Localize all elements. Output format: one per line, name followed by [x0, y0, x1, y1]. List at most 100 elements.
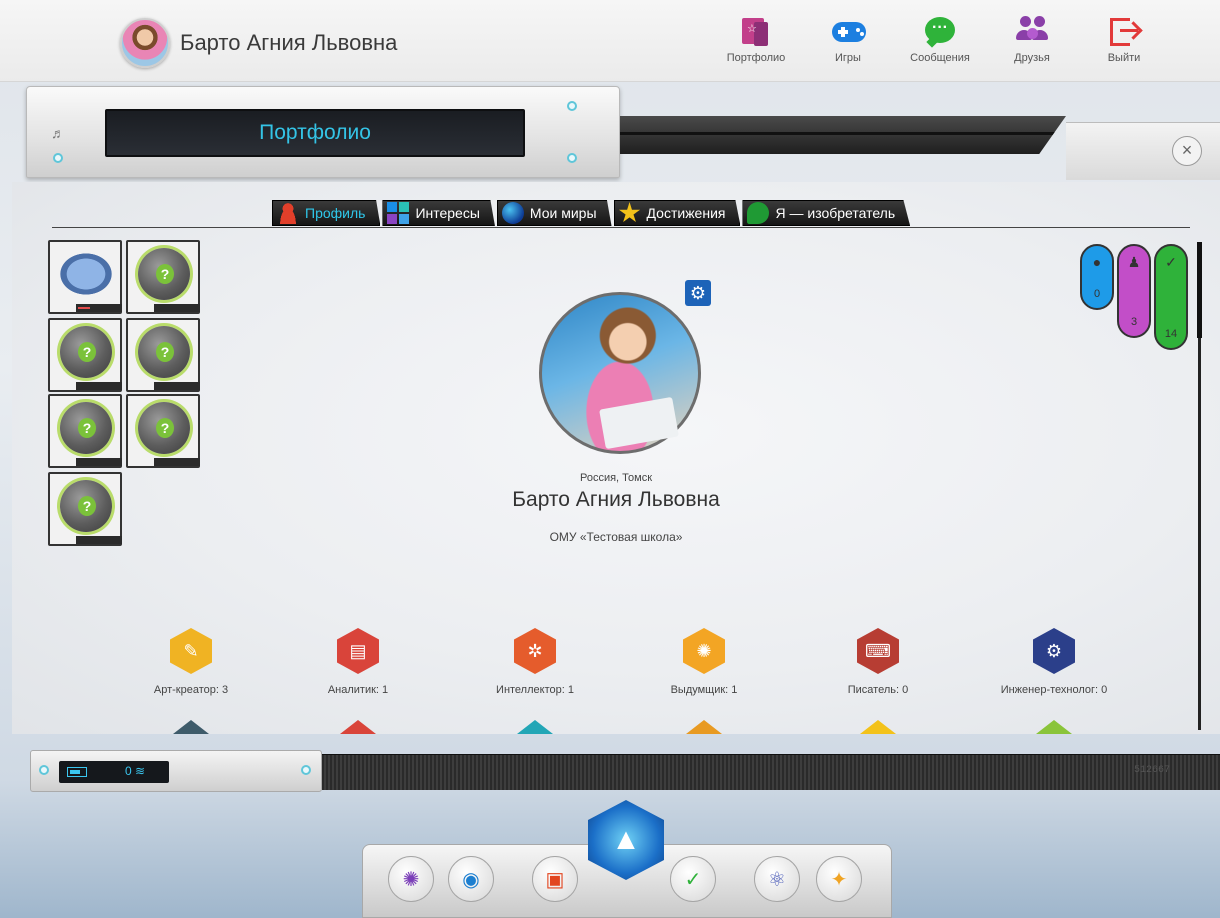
nav-friends[interactable]: Друзья [996, 14, 1068, 64]
tab-my-worlds-label: Мои миры [529, 205, 597, 221]
title-console: ♬ Портфолио [26, 86, 620, 178]
skill-writer[interactable]: ⌨ Писатель: 0 [793, 628, 963, 696]
nav-messages[interactable]: Сообщения [904, 14, 976, 64]
device-code: 512667 [1133, 765, 1170, 776]
stat-tasks[interactable]: ✓ 14 [1154, 244, 1188, 350]
scrollbar[interactable] [1197, 242, 1202, 730]
user-block[interactable]: Барто Агния Львовна [120, 18, 397, 68]
gamepad-icon [830, 14, 866, 48]
typewriter-icon: ⌨ [857, 628, 899, 674]
skill-hex-partial [686, 720, 722, 734]
skill-inventor[interactable]: ✺ Выдумщик: 1 [619, 628, 789, 696]
planet-icon [501, 202, 524, 224]
skill-hex-partial [173, 720, 209, 734]
puzzle-slot[interactable]: ? [126, 318, 200, 392]
status-led [39, 765, 49, 775]
skill-engineer[interactable]: ⚙ Инженер-технолог: 0 [969, 628, 1139, 696]
device-panel: 0 ≋ [30, 750, 322, 792]
speech-bubble-icon [747, 202, 770, 224]
bottom-console: 0 ≋ 512667 [0, 740, 1220, 794]
nav-messages-label: Сообщения [910, 52, 970, 64]
profile-avatar [539, 292, 701, 454]
nav-games[interactable]: Игры [812, 14, 884, 64]
profile-location: Россия, Томск [579, 472, 653, 484]
tab-achievements-label: Достижения [646, 205, 726, 221]
stat-tasks-value: 14 [1164, 328, 1178, 340]
star-icon [618, 202, 641, 223]
nav-exit[interactable]: Выйти [1088, 14, 1160, 64]
skill-hex-partial [340, 720, 376, 734]
slot-indicator [154, 304, 200, 312]
skill-label: Писатель: 0 [847, 684, 909, 696]
atom-icon[interactable]: ⚛ [754, 856, 800, 902]
puzzle-slot[interactable]: ? [48, 394, 122, 468]
scrollbar-thumb[interactable] [1197, 242, 1202, 338]
lightbulb-icon[interactable]: ✦ [816, 856, 862, 902]
slot-indicator [154, 382, 200, 390]
stat-worlds-value: 0 [1093, 288, 1101, 300]
newspaper-icon: ▤ [337, 628, 379, 674]
user-avatar[interactable] [120, 18, 170, 68]
puzzle-slot-mascot[interactable] [48, 240, 122, 314]
puzzle-slot[interactable]: ? [126, 394, 200, 468]
locked-ball-icon: ? [138, 402, 190, 454]
skill-label: Выдумщик: 1 [670, 684, 738, 696]
skill-art-creator[interactable]: ✎ Арт-креатор: 3 [106, 628, 276, 696]
profile-icon [277, 202, 299, 224]
skill-intellector[interactable]: ✲ Интеллектор: 1 [450, 628, 620, 696]
skill-label: Интеллектор: 1 [496, 684, 574, 696]
puzzle-slot[interactable]: ? [48, 318, 122, 392]
checkmark-icon[interactable]: ✓ [670, 856, 716, 902]
network-icon: ✲ [514, 628, 556, 674]
gear-icon[interactable]: ⚙ [685, 280, 711, 306]
nav-exit-label: Выйти [1107, 52, 1141, 64]
slot-indicator [76, 382, 122, 390]
gears-icon: ⚙ [1033, 628, 1075, 674]
status-led [567, 101, 577, 111]
stat-worlds[interactable]: ● 0 [1080, 244, 1114, 310]
skill-label: Инженер-технолог: 0 [1000, 684, 1108, 696]
tab-profile[interactable]: Профиль [272, 200, 381, 226]
chat-bubble-icon [922, 14, 958, 48]
tab-my-worlds[interactable]: Мои миры [496, 200, 612, 226]
pencil-icon: ✎ [170, 628, 212, 674]
close-button[interactable]: × [1172, 136, 1202, 166]
battery-display: 0 ≋ [59, 761, 169, 783]
locked-ball-icon: ? [138, 248, 190, 300]
top-nav: ☆ Портфолио Игры Сообщения Друзья Выйти [720, 14, 1180, 64]
skill-label: Арт-креатор: 3 [153, 684, 229, 696]
locked-ball-icon: ? [60, 326, 112, 378]
briefcase-icon[interactable]: ▣ [532, 856, 578, 902]
galaxy-icon[interactable]: ✺ [388, 856, 434, 902]
bottom-dock: ✺ ◉ ▣ ▲ ✓ ⚛ ✦ [362, 800, 892, 918]
slot-indicator [76, 304, 122, 312]
tab-inventor[interactable]: Я — изобретатель [742, 200, 911, 226]
music-note-icon[interactable]: ♬ [51, 125, 65, 141]
nav-games-label: Игры [835, 52, 861, 64]
status-led [567, 153, 577, 163]
user-name: Барто Агния Львовна [180, 30, 398, 55]
profile-school: ОМУ «Тестовая школа» [549, 530, 683, 544]
nav-portfolio[interactable]: ☆ Портфолио [720, 14, 792, 64]
checkmark-icon: ✓ [1165, 254, 1177, 270]
stat-friends-value: 3 [1130, 316, 1138, 328]
window-title: Портфолио [259, 121, 371, 144]
skill-analyst[interactable]: ▤ Аналитик: 1 [273, 628, 443, 696]
status-led [53, 153, 63, 163]
status-led [301, 765, 311, 775]
top-header: Барто Агния Львовна ☆ Портфолио Игры Соо… [0, 0, 1220, 82]
puzzle-slot[interactable]: ? [126, 240, 200, 314]
title-screen: Портфолио [105, 109, 525, 157]
person-icon: ♟ [1127, 254, 1141, 270]
decorative-rail: 512667 [322, 754, 1220, 790]
tab-interests[interactable]: Интересы [382, 200, 495, 226]
stat-friends[interactable]: ♟ 3 [1117, 244, 1151, 338]
locked-ball-icon: ? [60, 402, 112, 454]
globe-icon[interactable]: ◉ [448, 856, 494, 902]
tab-inventor-label: Я — изобретатель [775, 205, 896, 221]
tab-achievements[interactable]: Достижения [613, 200, 741, 226]
tab-interests-label: Интересы [415, 205, 480, 221]
window-frame: ♬ Портфолио × [12, 86, 1220, 182]
question-icon: ? [156, 342, 174, 362]
lightbulb-icon: ✺ [683, 628, 725, 674]
